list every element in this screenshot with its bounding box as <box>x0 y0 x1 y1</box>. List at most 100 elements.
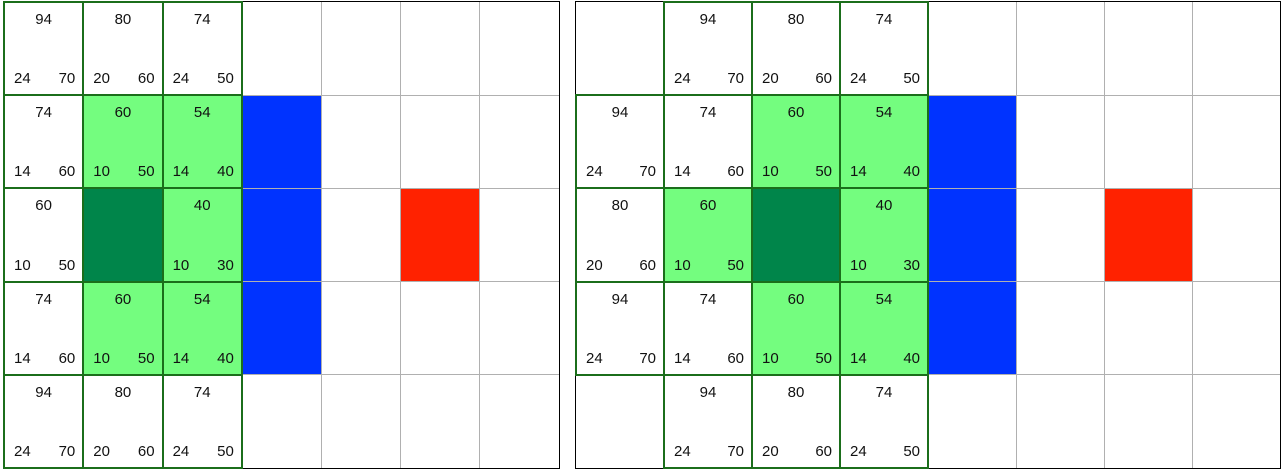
cost-cell: 40 10 30 <box>163 188 242 281</box>
f-cost-label: 94 <box>35 383 52 401</box>
grid-line-vertical <box>1015 2 1017 468</box>
h-cost-label: 60 <box>58 163 76 181</box>
g-cost-label: 10 <box>93 349 110 367</box>
f-cost-label: 74 <box>35 290 52 308</box>
cost-cell: 94 24 70 <box>664 2 752 95</box>
cost-cell: 54 14 40 <box>163 282 242 375</box>
h-cost-label: 40 <box>217 349 234 367</box>
f-cost-label: 74 <box>699 104 717 122</box>
h-cost-label: 50 <box>217 442 234 460</box>
f-cost-label: 54 <box>193 290 211 308</box>
g-cost-label: 24 <box>586 163 603 181</box>
h-cost-label: 70 <box>727 70 744 88</box>
g-cost-label: 14 <box>674 349 691 367</box>
g-cost-label: 20 <box>586 256 603 274</box>
h-cost-label: 40 <box>217 163 234 181</box>
wall-cell <box>241 188 322 282</box>
f-cost-label: 80 <box>787 11 805 28</box>
g-cost-label: 14 <box>850 349 867 367</box>
h-cost-label: 70 <box>727 442 744 460</box>
cost-cell: 94 24 70 <box>4 375 83 468</box>
grid-line-vertical <box>479 2 481 468</box>
cost-cell: 94 24 70 <box>4 2 83 95</box>
cost-cell: 60 10 50 <box>664 188 752 281</box>
g-cost-label: 20 <box>93 442 110 460</box>
cost-cell: 74 24 50 <box>163 2 242 95</box>
h-cost-label: 50 <box>137 163 155 181</box>
h-cost-label: 50 <box>217 70 234 88</box>
f-cost-label: 74 <box>875 383 893 401</box>
current-cell <box>752 188 840 282</box>
cost-cell: 40 10 30 <box>840 188 928 281</box>
cost-cell: 74 24 50 <box>163 375 242 468</box>
f-cost-label: 74 <box>193 383 211 401</box>
cost-cell: 80 20 60 <box>83 2 162 95</box>
grid-line-vertical <box>320 2 322 468</box>
cost-cell: 54 14 40 <box>163 95 242 188</box>
h-cost-label: 50 <box>815 349 832 367</box>
grid-line-vertical <box>399 2 401 468</box>
f-cost-label: 74 <box>875 11 893 28</box>
g-cost-label: 14 <box>850 163 867 181</box>
goal-cell <box>400 188 480 282</box>
h-cost-label: 50 <box>903 70 920 88</box>
f-cost-label: 60 <box>114 290 132 308</box>
g-cost-label: 10 <box>762 349 779 367</box>
f-cost-label: 60 <box>787 104 805 122</box>
f-cost-label: 60 <box>114 104 132 122</box>
wall-cell <box>241 281 322 375</box>
h-cost-label: 60 <box>137 70 155 88</box>
current-cell <box>83 188 163 282</box>
cost-cell: 60 10 50 <box>752 95 840 188</box>
g-cost-label: 10 <box>172 256 190 274</box>
cost-cell: 94 24 70 <box>576 95 664 188</box>
h-cost-label: 70 <box>639 163 656 181</box>
f-cost-label: 74 <box>699 290 717 308</box>
h-cost-label: 50 <box>903 442 920 460</box>
h-cost-label: 60 <box>137 442 155 460</box>
g-cost-label: 24 <box>14 442 31 460</box>
f-cost-label: 80 <box>114 383 132 401</box>
cost-cell: 80 20 60 <box>83 375 162 468</box>
g-cost-label: 20 <box>93 70 110 88</box>
wall-cell <box>928 95 1016 189</box>
g-cost-label: 24 <box>674 70 691 88</box>
cost-cell: 54 14 40 <box>840 282 928 375</box>
f-cost-label: 94 <box>35 11 52 28</box>
h-cost-label: 60 <box>639 256 656 274</box>
cost-cell: 60 10 50 <box>752 282 840 375</box>
grid-panel-after: 94 24 70 80 20 60 74 24 50 94 24 70 74 14 60 60 10 50 54 14… <box>575 1 1281 469</box>
g-cost-label: 14 <box>674 163 691 181</box>
f-cost-label: 94 <box>611 290 629 308</box>
cost-cell: 94 24 70 <box>664 375 752 468</box>
g-cost-label: 24 <box>586 349 603 367</box>
f-cost-label: 80 <box>611 197 629 215</box>
goal-cell <box>1104 188 1192 282</box>
cost-cell: 54 14 40 <box>840 95 928 188</box>
cost-cell: 60 10 50 <box>4 188 83 281</box>
h-cost-label: 70 <box>639 349 656 367</box>
g-cost-label: 10 <box>14 256 31 274</box>
g-cost-label: 20 <box>762 70 779 88</box>
cost-cell: 80 20 60 <box>752 375 840 468</box>
h-cost-label: 70 <box>58 442 76 460</box>
g-cost-label: 14 <box>14 163 31 181</box>
f-cost-label: 40 <box>875 197 893 215</box>
h-cost-label: 70 <box>58 70 76 88</box>
h-cost-label: 50 <box>815 163 832 181</box>
f-cost-label: 94 <box>699 383 717 401</box>
g-cost-label: 24 <box>850 442 867 460</box>
g-cost-label: 10 <box>850 256 867 274</box>
g-cost-label: 14 <box>14 349 31 367</box>
g-cost-label: 24 <box>172 70 190 88</box>
f-cost-label: 40 <box>193 197 211 215</box>
h-cost-label: 60 <box>727 163 744 181</box>
f-cost-label: 94 <box>611 104 629 122</box>
f-cost-label: 60 <box>787 290 805 308</box>
g-cost-label: 24 <box>172 442 190 460</box>
cost-cell: 74 24 50 <box>840 375 928 468</box>
f-cost-label: 80 <box>114 11 132 28</box>
f-cost-label: 80 <box>787 383 805 401</box>
g-cost-label: 10 <box>93 163 110 181</box>
h-cost-label: 50 <box>58 256 76 274</box>
